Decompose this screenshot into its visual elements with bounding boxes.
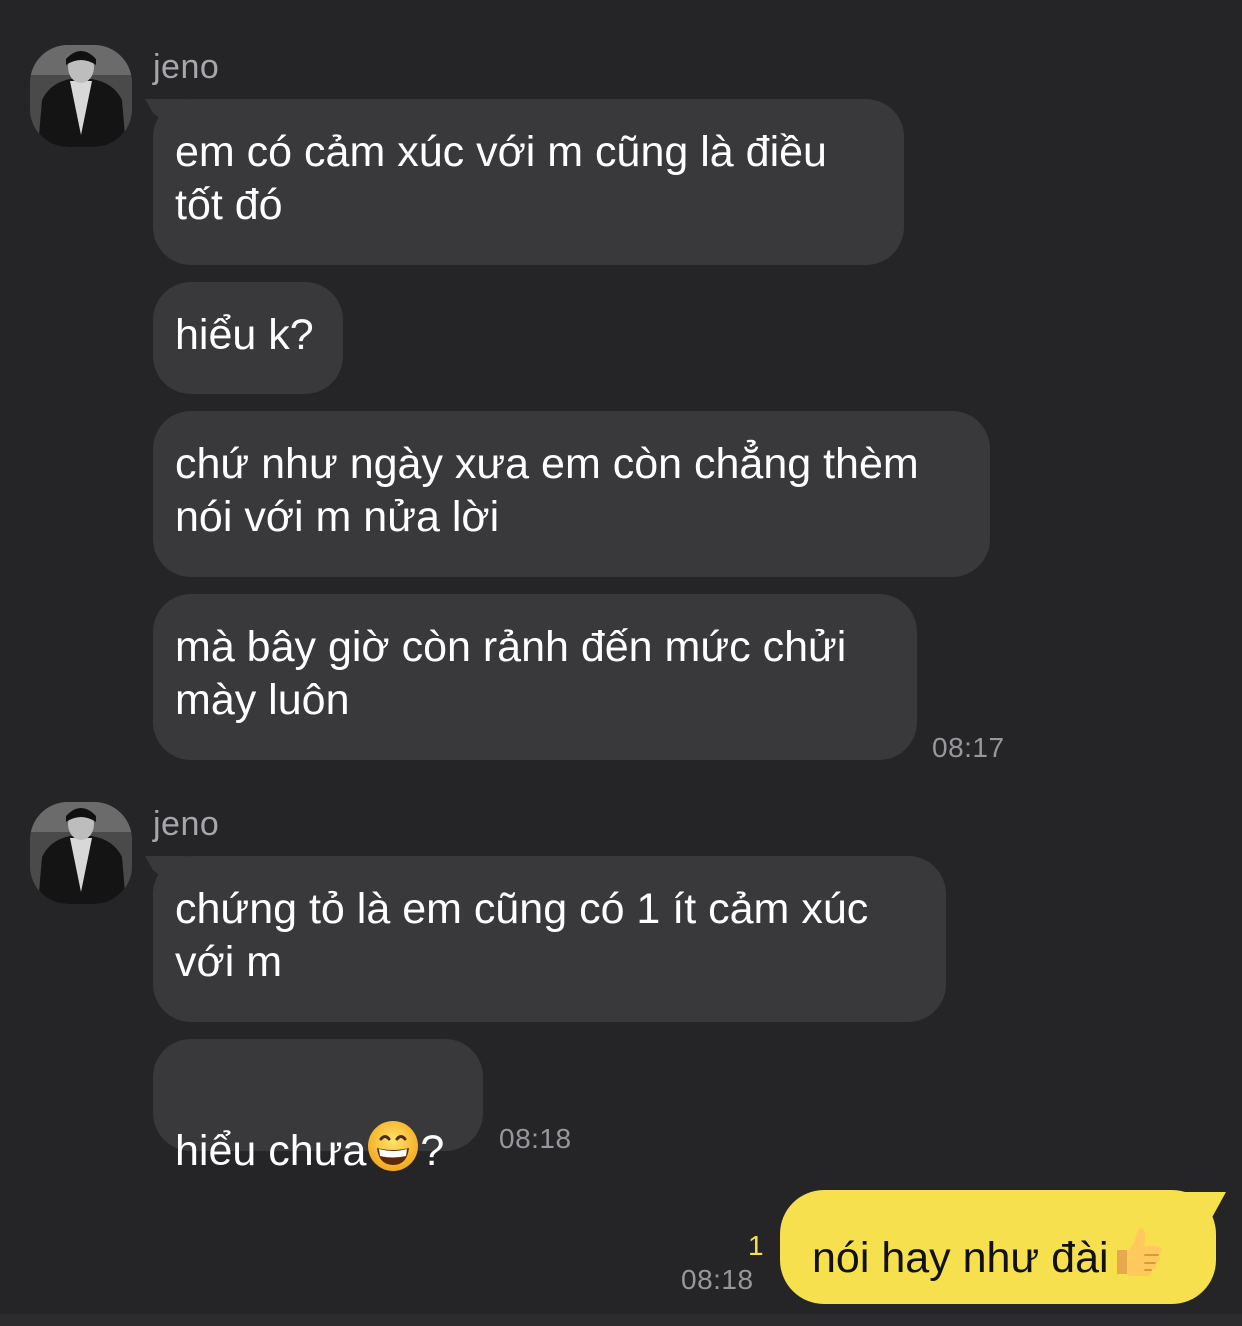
bottom-bar: [0, 1314, 1242, 1326]
message-bubble[interactable]: chứng tỏ là em cũng có 1 ít cảm xúc với …: [153, 856, 946, 1022]
message-suffix: ?: [420, 1127, 445, 1175]
profile-photo-icon: [30, 802, 132, 904]
message-bubble[interactable]: hiểu k?: [153, 282, 343, 394]
sender-name: jeno: [153, 48, 220, 86]
message-bubble[interactable]: chứ như ngày xưa em còn chẳng thèm nói v…: [153, 411, 990, 577]
sender-name: jeno: [153, 805, 220, 843]
message-bubble[interactable]: em có cảm xúc với m cũng là điều tốt đó: [153, 99, 904, 265]
message-text: hiểu chưa: [175, 1127, 367, 1175]
grinning-face-icon: [366, 1119, 420, 1186]
outgoing-message-bubble[interactable]: nói hay như đài: [780, 1190, 1216, 1304]
sender-avatar[interactable]: [30, 802, 132, 904]
message-bubble[interactable]: hiểu chưa ?: [153, 1039, 483, 1175]
unread-count: 1: [748, 1230, 764, 1261]
message-text: nói hay như đài: [812, 1234, 1109, 1282]
message-timestamp: 08:17: [932, 732, 1005, 763]
sender-avatar[interactable]: [30, 45, 132, 147]
profile-photo-icon: [30, 45, 132, 147]
thumbs-up-icon: [1109, 1224, 1165, 1291]
message-bubble[interactable]: mà bây giờ còn rảnh đến mức chửi mày luô…: [153, 594, 917, 760]
message-timestamp: 08:18: [681, 1264, 754, 1295]
message-timestamp: 08:18: [499, 1123, 572, 1154]
